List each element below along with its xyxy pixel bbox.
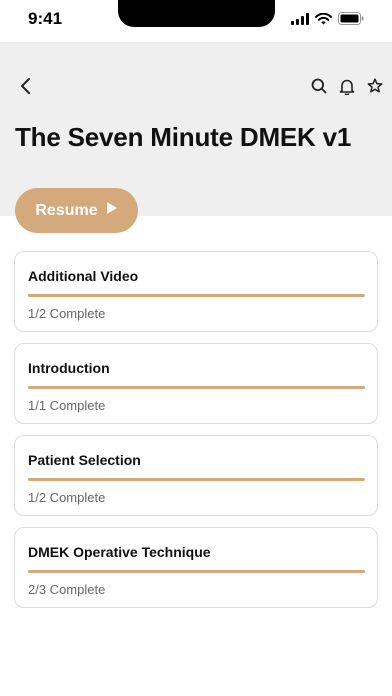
section-title: Additional Video	[28, 268, 139, 284]
section-status: 1/1 Complete	[28, 398, 106, 413]
page-title: The Seven Minute DMEK v1	[15, 122, 352, 152]
resume-button[interactable]: Resume	[15, 188, 138, 233]
progress-bar	[28, 294, 365, 297]
section-card[interactable]: DMEK Operative Technique 2/3 Complete	[14, 527, 378, 608]
signal-icon	[291, 12, 309, 30]
bell-icon[interactable]	[336, 74, 358, 98]
progress-fill	[28, 570, 365, 573]
section-title: Patient Selection	[28, 452, 141, 468]
star-icon[interactable]	[364, 74, 386, 98]
status-bar: 9:41	[0, 0, 392, 42]
progress-bar	[28, 386, 365, 389]
back-icon[interactable]	[14, 74, 36, 98]
progress-fill	[28, 386, 365, 389]
section-list: Additional Video 1/2 Complete Introducti…	[14, 251, 378, 619]
section-status: 1/2 Complete	[28, 306, 106, 321]
progress-fill	[28, 294, 365, 297]
nav-actions	[308, 74, 386, 98]
section-title: DMEK Operative Technique	[28, 544, 211, 560]
section-title: Introduction	[28, 360, 110, 376]
section-card[interactable]: Introduction 1/1 Complete	[14, 343, 378, 424]
progress-bar	[28, 570, 365, 573]
section-card[interactable]: Patient Selection 1/2 Complete	[14, 435, 378, 516]
device-notch	[118, 0, 275, 27]
status-icons	[291, 12, 364, 30]
status-time: 9:41	[28, 9, 63, 28]
nav-row	[0, 72, 392, 100]
section-status: 2/3 Complete	[28, 582, 106, 597]
progress-fill	[28, 478, 365, 481]
search-icon[interactable]	[308, 74, 330, 98]
battery-icon	[338, 12, 364, 30]
play-icon	[106, 201, 118, 220]
wifi-icon	[315, 12, 332, 30]
section-status: 1/2 Complete	[28, 490, 106, 505]
progress-bar	[28, 478, 365, 481]
section-card[interactable]: Additional Video 1/2 Complete	[14, 251, 378, 332]
resume-label: Resume	[35, 201, 98, 219]
